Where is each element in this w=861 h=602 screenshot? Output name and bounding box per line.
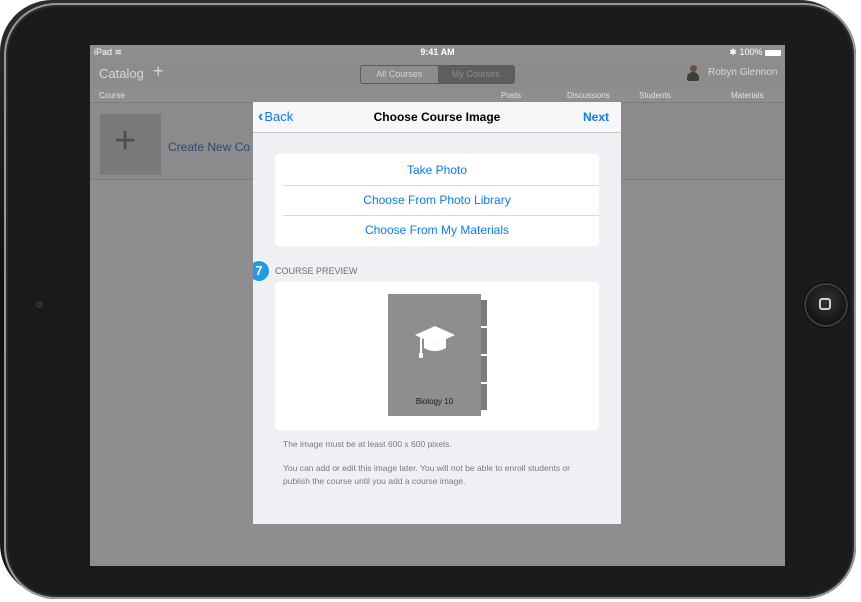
home-square-icon xyxy=(819,298,831,310)
create-course-tile[interactable]: + xyxy=(100,114,161,175)
device-bezel: iPad ≋ 9:41 AM ✱ 100% Catalog + All Cour… xyxy=(4,3,856,599)
modal-title: Choose Course Image xyxy=(373,110,501,124)
segment-all-courses[interactable]: All Courses xyxy=(361,66,438,83)
user-name[interactable]: Robyn Glennon xyxy=(708,67,778,78)
next-button[interactable]: Next xyxy=(583,110,609,124)
column-course: Course xyxy=(99,91,125,100)
battery-icon xyxy=(765,49,781,56)
column-materials: Materials xyxy=(731,91,764,100)
avatar-body xyxy=(687,72,699,81)
step-badge: 7 xyxy=(253,260,270,282)
modal-nav-bar: ‹Back Choose Course Image Next xyxy=(253,102,621,133)
book-tab xyxy=(480,328,487,354)
image-later-note: You can add or edit this image later. Yo… xyxy=(283,463,570,486)
camera-icon xyxy=(35,300,44,309)
bluetooth-icon: ✱ xyxy=(729,47,737,57)
nav-bar: Catalog + All Courses My Courses Robyn G… xyxy=(90,59,785,89)
image-source-options: Take Photo Choose From Photo Library Cho… xyxy=(275,154,599,246)
column-posts: Posts xyxy=(501,91,522,100)
home-button[interactable] xyxy=(806,285,846,325)
image-size-note: The image must be at least 600 x 600 pix… xyxy=(283,439,452,449)
choose-my-materials-button[interactable]: Choose From My Materials xyxy=(275,215,599,245)
book-title: Biology 10 xyxy=(415,397,454,406)
course-preview-card: Biology 10 xyxy=(275,282,599,430)
course-book-cover: Biology 10 xyxy=(388,294,481,416)
plus-icon: + xyxy=(114,120,137,162)
avatar[interactable] xyxy=(686,65,700,81)
add-course-icon[interactable]: + xyxy=(153,61,164,82)
column-discussions: Discussions xyxy=(567,91,610,100)
screen: iPad ≋ 9:41 AM ✱ 100% Catalog + All Cour… xyxy=(90,45,785,566)
status-time: 9:41 AM xyxy=(420,47,455,57)
create-course-link[interactable]: Create New Co xyxy=(168,140,250,154)
status-right: ✱ 100% xyxy=(729,47,781,58)
segment-my-courses[interactable]: My Courses xyxy=(437,66,514,83)
battery-percent: 100% xyxy=(739,47,763,57)
course-preview-heading: COURSE PREVIEW xyxy=(275,266,358,276)
choose-image-modal: ‹Back Choose Course Image Next Take Phot… xyxy=(253,102,621,524)
column-students: Students xyxy=(639,91,671,100)
catalog-title: Catalog xyxy=(99,66,144,81)
book-tab xyxy=(480,384,487,410)
book-tab xyxy=(480,300,487,326)
take-photo-button[interactable]: Take Photo xyxy=(275,155,599,185)
course-filter-segment: All Courses My Courses xyxy=(360,65,515,84)
graduation-cap-icon xyxy=(415,326,455,358)
choose-photo-library-button[interactable]: Choose From Photo Library xyxy=(275,185,599,215)
avatar-head xyxy=(690,65,697,72)
status-bar: iPad ≋ 9:41 AM ✱ 100% xyxy=(90,45,785,59)
book-tab xyxy=(480,356,487,382)
